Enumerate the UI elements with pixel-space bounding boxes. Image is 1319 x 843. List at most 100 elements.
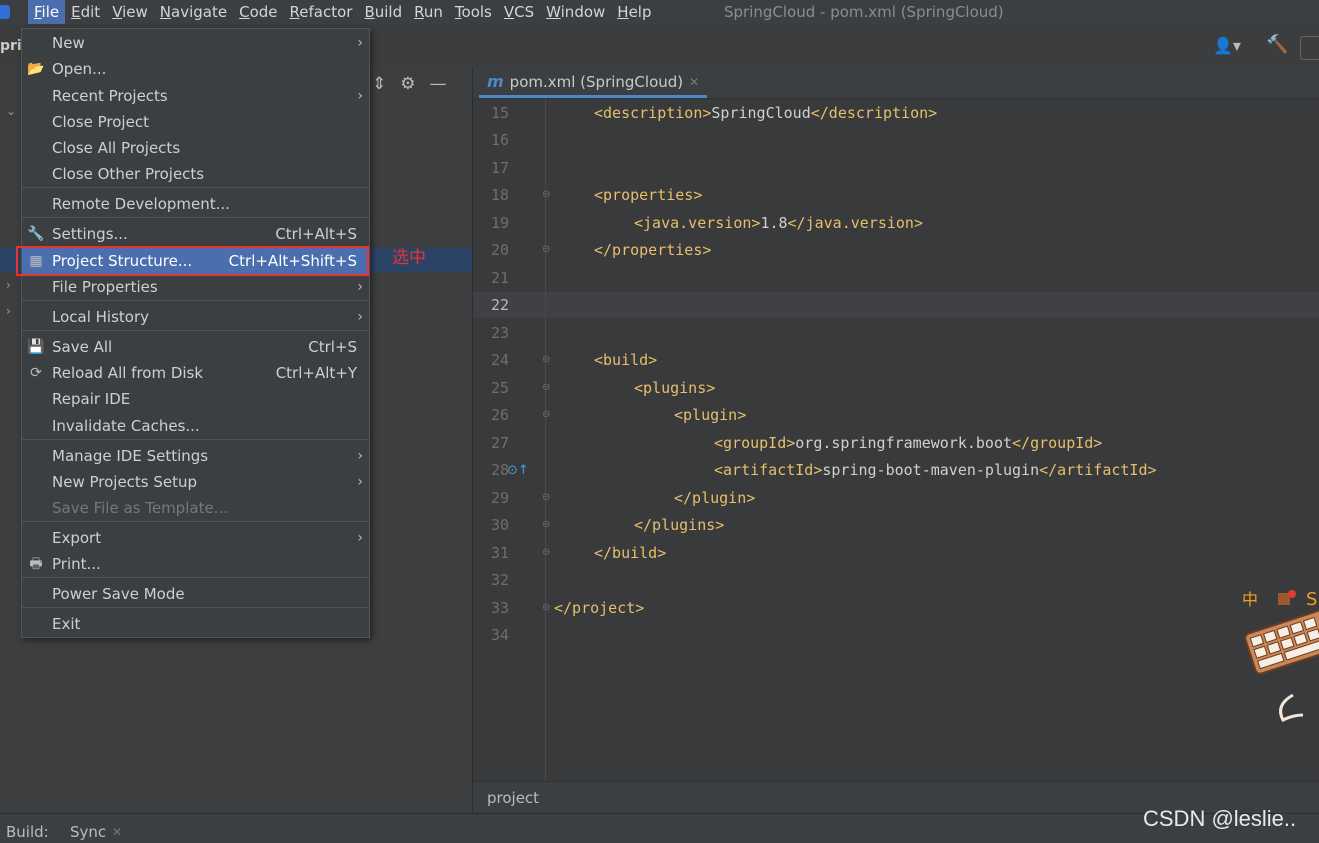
menu-item-repair-ide[interactable]: Repair IDE — [22, 386, 369, 412]
line-number: 22 — [490, 296, 509, 314]
menu-separator — [22, 187, 369, 188]
fold-icon[interactable]: ⊖ — [542, 354, 550, 365]
menu-item-exit[interactable]: Exit — [22, 611, 369, 637]
menu-item-save-as-template: Save File as Template... — [52, 499, 228, 517]
bottom-tool-bar: Build: Sync ✕ — [0, 813, 1319, 843]
fold-icon[interactable]: ⊖ — [542, 519, 550, 530]
line-number: 20 — [490, 241, 509, 259]
menu-navigate[interactable]: Navigate — [154, 0, 233, 24]
line-number: 18 — [490, 186, 509, 204]
tab-sync[interactable]: Sync — [70, 823, 106, 841]
fold-icon[interactable]: ⊖ — [542, 189, 550, 200]
menu-build[interactable]: Build — [358, 0, 408, 24]
menu-view[interactable]: View — [106, 0, 154, 24]
user-icon[interactable]: 👤▾ — [1213, 36, 1241, 55]
menu-code[interactable]: Code — [233, 0, 283, 24]
reload-icon: ⟳ — [30, 365, 42, 381]
code-line: <plugin> — [674, 406, 747, 424]
menu-edit[interactable]: Edit — [65, 0, 106, 24]
menu-item-local-history[interactable]: Local History › — [22, 304, 369, 330]
menu-window[interactable]: Window — [540, 0, 611, 24]
gear-icon[interactable]: ⚙ — [400, 74, 415, 94]
line-number: 30 — [490, 516, 509, 534]
menu-item-new[interactable]: New › — [22, 30, 369, 56]
code-line: </build> — [594, 544, 667, 562]
svg-text:中: 中 — [1242, 590, 1258, 609]
folder-open-icon: 📂 — [27, 61, 45, 77]
line-number: 15 — [490, 104, 509, 122]
menu-item-power-save-mode[interactable]: Power Save Mode — [22, 581, 369, 607]
menu-item-close-other-projects[interactable]: Close Other Projects — [22, 161, 369, 187]
build-hammer-icon[interactable]: 🔨 — [1266, 34, 1288, 55]
menu-refactor[interactable]: Refactor — [284, 0, 359, 24]
menu-file[interactable]: File — [28, 0, 66, 24]
collapse-all-icon[interactable]: ⇕ — [372, 74, 386, 94]
chevron-right-icon: › — [357, 474, 363, 490]
current-line-highlight — [473, 292, 1319, 318]
run-config-button[interactable] — [1300, 36, 1319, 60]
menu-tools[interactable]: Tools — [449, 0, 498, 24]
menu-help[interactable]: Help — [611, 0, 657, 24]
tree-collapsed-icon[interactable]: › — [6, 304, 11, 318]
menu-item-invalidate-caches[interactable]: Invalidate Caches... — [22, 413, 369, 439]
app-logo-icon — [0, 5, 10, 19]
annotation-label: 选中 — [392, 248, 426, 268]
menu-separator — [22, 300, 369, 301]
panel-toolbar: ⇕ ⚙ — — [372, 70, 447, 98]
code-line: <plugins> — [634, 379, 716, 397]
code-line: </project> — [554, 599, 645, 617]
fold-icon[interactable]: ⊖ — [542, 602, 550, 613]
menu-item-remote-development[interactable]: Remote Development... — [22, 191, 369, 217]
menu-separator — [22, 521, 369, 522]
gutter-divider — [545, 98, 546, 782]
tab-pom-xml[interactable]: m pom.xml (SpringCloud) ✕ — [479, 68, 708, 98]
window-title: SpringCloud - pom.xml (SpringCloud) — [724, 3, 1004, 21]
breadcrumb-item[interactable]: project — [487, 789, 539, 807]
menu-item-recent-projects[interactable]: Recent Projects › — [22, 83, 369, 109]
menu-separator — [22, 577, 369, 578]
line-number: 23 — [490, 324, 509, 342]
close-icon[interactable]: ✕ — [112, 825, 122, 839]
printer-icon: 🖶 — [29, 556, 43, 572]
line-number: 29 — [490, 489, 509, 507]
menu-item-open[interactable]: 📂 Open... — [22, 56, 369, 82]
line-number: 33 — [490, 599, 509, 617]
menu-item-settings[interactable]: 🔧 Settings... Ctrl+Alt+S — [22, 221, 369, 247]
menu-item-new-projects-setup[interactable]: New Projects Setup › — [22, 469, 369, 495]
close-icon[interactable]: ✕ — [689, 75, 699, 89]
watermark: CSDN @leslie.. — [1143, 806, 1297, 831]
chevron-right-icon: › — [357, 279, 363, 295]
menu-item-file-properties[interactable]: File Properties › — [22, 274, 369, 300]
build-tool-label[interactable]: Build: — [6, 823, 49, 841]
minimize-icon[interactable]: — — [430, 74, 447, 94]
menu-item-close-project[interactable]: Close Project — [22, 109, 369, 135]
code-editor[interactable]: m pom.xml (SpringCloud) ✕ 15 16 17 18 19… — [472, 68, 1319, 814]
run-gutter-icon[interactable]: ⊙↑ — [507, 463, 529, 478]
code-line: <java.version>1.8</java.version> — [634, 214, 923, 232]
code-line: <properties> — [594, 186, 703, 204]
menu-run[interactable]: Run — [408, 0, 449, 24]
menu-item-save-all[interactable]: 💾 Save All Ctrl+S — [22, 334, 369, 360]
menu-item-close-all-projects[interactable]: Close All Projects — [22, 135, 369, 161]
menu-item-print[interactable]: 🖶 Print... — [22, 551, 369, 577]
fold-icon[interactable]: ⊖ — [542, 492, 550, 503]
tree-expand-icon[interactable]: ⌄ — [6, 104, 16, 118]
fold-icon[interactable]: ⊖ — [542, 409, 550, 420]
menu-item-manage-ide-settings[interactable]: Manage IDE Settings › — [22, 443, 369, 469]
fold-icon[interactable]: ⊖ — [542, 382, 550, 393]
editor-tab-bar: m pom.xml (SpringCloud) ✕ — [473, 68, 1319, 99]
menu-separator — [22, 217, 369, 218]
line-number: 28 — [490, 461, 509, 479]
code-line: <description>SpringCloud</description> — [594, 104, 938, 122]
menu-vcs[interactable]: VCS — [498, 0, 540, 24]
line-number: 27 — [490, 434, 509, 452]
line-number: 34 — [490, 626, 509, 644]
fold-icon[interactable]: ⊖ — [542, 244, 550, 255]
menu-item-export[interactable]: Export › — [22, 525, 369, 551]
line-number: 31 — [490, 544, 509, 562]
fold-icon[interactable]: ⊖ — [542, 547, 550, 558]
code-line: </plugins> — [634, 516, 725, 534]
menu-item-reload-from-disk[interactable]: ⟳ Reload All from Disk Ctrl+Alt+Y — [22, 360, 369, 386]
chevron-right-icon: › — [357, 448, 363, 464]
tree-collapsed-icon[interactable]: › — [6, 278, 11, 292]
